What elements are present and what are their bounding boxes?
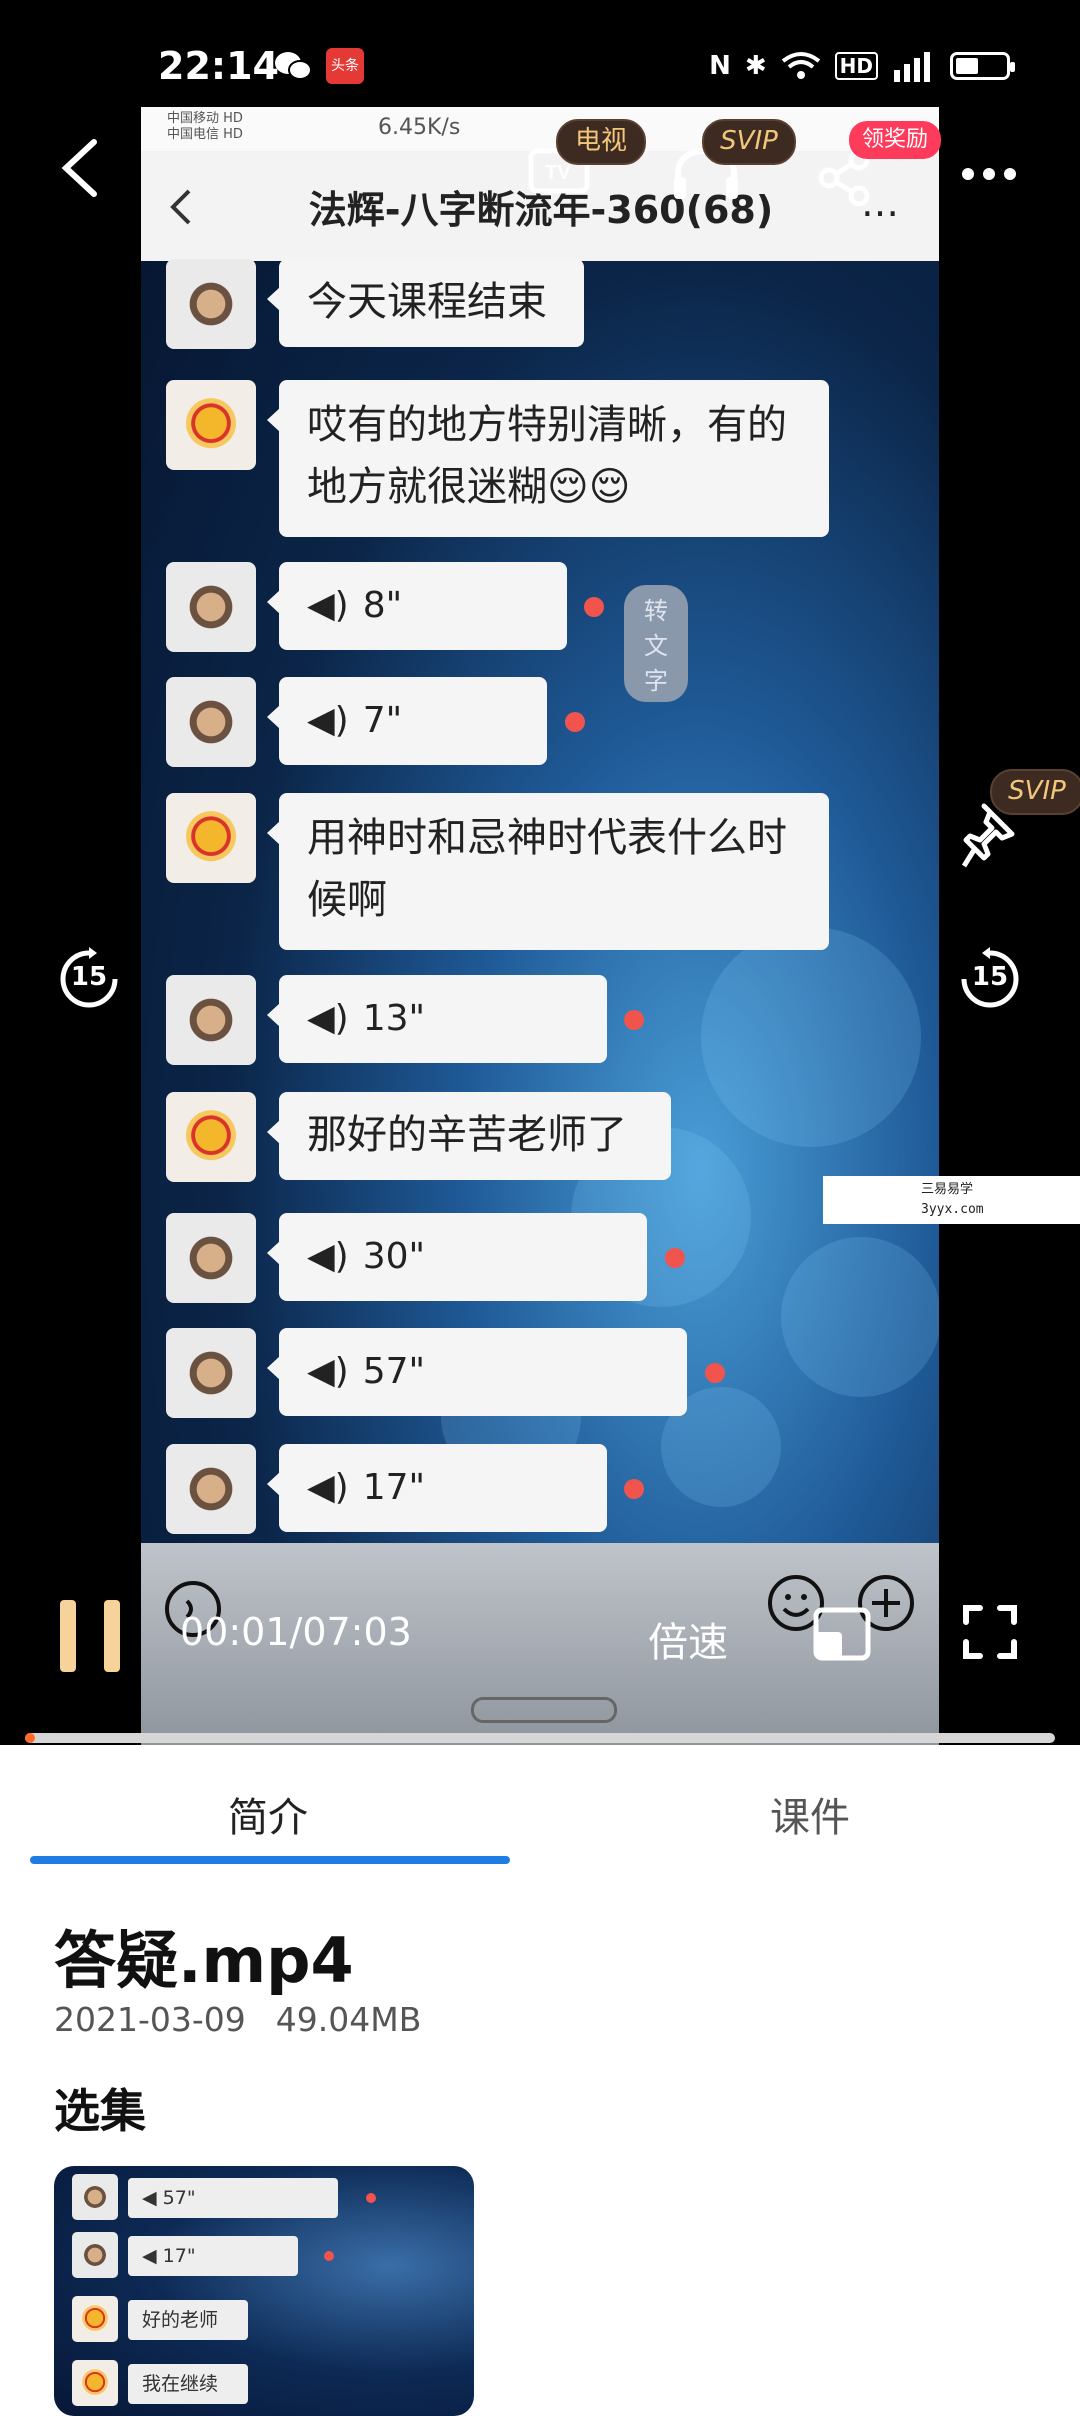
pip-icon[interactable] (812, 1606, 872, 1662)
voice-bubble: ◀) 57" (267, 1328, 687, 1416)
thumb-bubble: 我在继续 (128, 2364, 248, 2404)
rewind-seconds: 15 (70, 962, 108, 992)
unread-dot (565, 712, 585, 732)
audio-mode-button[interactable]: SVIP (670, 119, 796, 205)
recorded-back-icon (170, 189, 191, 225)
voice-duration: 7" (362, 700, 403, 741)
unread-dot (324, 2251, 334, 2261)
avatar (166, 259, 256, 349)
status-icons: N ✱ HD (709, 46, 1015, 86)
watermark: 三易易学 3yyx.com (823, 1176, 1080, 1224)
pause-button[interactable] (60, 1600, 120, 1672)
thumb-bubble: ◀ 17" (128, 2236, 298, 2276)
signal-icon (894, 52, 930, 82)
episodes-heading: 选集 (54, 2084, 146, 2138)
progress-fill (25, 1733, 36, 1743)
toutiao-badge: 头条 (326, 48, 364, 84)
avatar (166, 677, 256, 767)
recorded-home-bar (471, 1697, 617, 1723)
fullscreen-icon[interactable] (962, 1604, 1018, 1660)
avatar (72, 2232, 118, 2278)
progress-bar[interactable] (25, 1733, 1055, 1743)
voice-icon: ◀) (307, 1351, 349, 1392)
unread-dot (584, 597, 604, 617)
speed-button[interactable]: 倍速 (648, 1610, 728, 1668)
message-bubble: 今天课程结束 (267, 259, 584, 347)
voice-bubble: ◀) 7" (267, 677, 547, 765)
thumb-bubble: ◀ 57" (128, 2178, 338, 2218)
video-frame: 中国移动 HD 中国电信 HD 6.45K/s 法辉-八字断流年-360(68)… (141, 107, 939, 1745)
svip-label: SVIP (702, 119, 796, 165)
wechat-icon (275, 52, 312, 80)
avatar (72, 2174, 118, 2220)
avatar (166, 1213, 256, 1303)
voice-duration: 8" (362, 585, 403, 626)
voice-duration: 57" (362, 1351, 426, 1392)
pause-icon (60, 1600, 76, 1672)
voice-icon: ◀) (307, 585, 349, 626)
avatar (166, 380, 256, 470)
unread-dot (705, 1363, 725, 1383)
avatar (166, 1092, 256, 1182)
recorded-speed: 6.45K/s (378, 115, 461, 140)
voice-icon: ◀) (307, 700, 349, 741)
unread-dot (624, 1010, 644, 1030)
status-time: 22:14 (158, 44, 279, 88)
watermark-line1: 三易易学 (921, 1182, 974, 1197)
active-tab-indicator (30, 1856, 510, 1864)
recorded-carrier: 中国移动 HD 中国电信 HD (167, 111, 243, 142)
transcribe-button: 转文字 (624, 585, 688, 702)
unread-dot (366, 2193, 376, 2203)
message-bubble: 那好的辛苦老师了 (267, 1092, 671, 1180)
avatar (166, 562, 256, 652)
unread-dot (624, 1479, 644, 1499)
voice-bubble: ◀) 8" (267, 562, 567, 650)
wifi-icon (781, 52, 820, 79)
avatar (166, 793, 256, 883)
tab-bar: 简介 课件 (0, 1745, 1080, 1865)
voice-bubble: ◀) 13" (267, 975, 607, 1063)
nfc-icon: N (709, 51, 731, 81)
pin-icon[interactable] (962, 800, 1022, 870)
tv-label: 电视 (556, 119, 646, 165)
avatar (166, 1328, 256, 1418)
reward-badge[interactable]: 领奖励 (849, 121, 941, 159)
tab-courseware[interactable]: 课件 (770, 1785, 850, 1843)
more-options-icon[interactable] (962, 168, 1016, 180)
avatar (72, 2360, 118, 2406)
voice-duration: 17" (362, 1467, 426, 1508)
video-title: 答疑.mp4 (54, 1924, 354, 1997)
avatar (166, 1444, 256, 1534)
video-size: 49.04MB (275, 2000, 422, 2039)
battery-icon (950, 52, 1015, 80)
episode-thumbnail[interactable]: ◀ 57" ◀ 17" 好的老师 我在继续 (54, 2166, 474, 2416)
video-player[interactable]: 22:14 头条 N ✱ HD 中国移动 HD 中国电信 HD 6.45K/s … (0, 0, 1080, 1745)
video-meta: 2021-03-09 49.04MB (54, 2000, 451, 2039)
message-bubble: 哎有的地方特别清晰，有的地方就很迷糊😌😌 (267, 380, 829, 537)
avatar (166, 975, 256, 1065)
voice-bubble: ◀) 30" (267, 1213, 647, 1301)
hd-icon: HD (834, 52, 878, 80)
voice-icon: ◀) (307, 1467, 349, 1508)
voice-icon: ◀) (307, 1236, 349, 1277)
rewind-15-button[interactable]: 15 (57, 947, 121, 1011)
svg-text:TV: TV (545, 162, 571, 184)
forward-seconds: 15 (971, 962, 1009, 992)
avatar (72, 2296, 118, 2342)
voice-duration: 30" (362, 1236, 426, 1277)
thumb-bubble: 好的老师 (128, 2300, 248, 2340)
unread-dot (665, 1248, 685, 1268)
watermark-line2: 3yyx.com (921, 1202, 984, 1217)
tab-intro[interactable]: 简介 (228, 1785, 308, 1843)
video-date: 2021-03-09 (54, 2000, 246, 2039)
back-icon[interactable] (58, 138, 102, 198)
bluetooth-icon: ✱ (744, 51, 767, 81)
voice-icon: ◀) (307, 998, 349, 1039)
message-bubble: 用神时和忌神时代表什么时候啊 (267, 793, 829, 950)
voice-bubble: ◀) 17" (267, 1444, 607, 1532)
playback-time: 00:01/07:03 (180, 1610, 412, 1654)
voice-duration: 13" (362, 998, 426, 1039)
tv-cast-button[interactable]: TV 电视 (527, 119, 646, 201)
forward-15-button[interactable]: 15 (958, 947, 1022, 1011)
